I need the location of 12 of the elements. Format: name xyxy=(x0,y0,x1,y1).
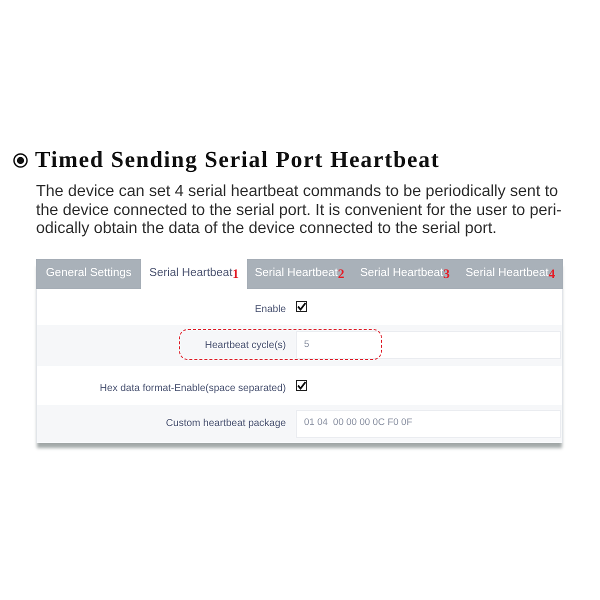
section-title: Timed Sending Serial Port Heartbeat xyxy=(35,147,440,173)
text-field[interactable]: 01 04 00 00 00 0C F0 0F xyxy=(296,410,561,438)
text-field[interactable]: 5 xyxy=(296,331,561,359)
checkbox[interactable] xyxy=(296,380,307,390)
field-label: Heartbeat cycle(s) xyxy=(204,338,286,352)
checkbox[interactable] xyxy=(296,301,307,312)
description-paragraph: The device can set 4 serial heartbeat commands to be periodically sent to the device connected to the serial port. It is convenient for the user to peri- odically obtain the data of the device connected to the serial port. xyxy=(36,183,562,238)
field-label: Hex data format-Enable(space separated) xyxy=(100,382,286,396)
field-label: Enable xyxy=(254,303,286,317)
field-label: Custom heartbeat package xyxy=(166,417,286,431)
tab[interactable]: Serial Heartbeat1 xyxy=(141,258,247,288)
bullet-icon xyxy=(13,152,28,168)
